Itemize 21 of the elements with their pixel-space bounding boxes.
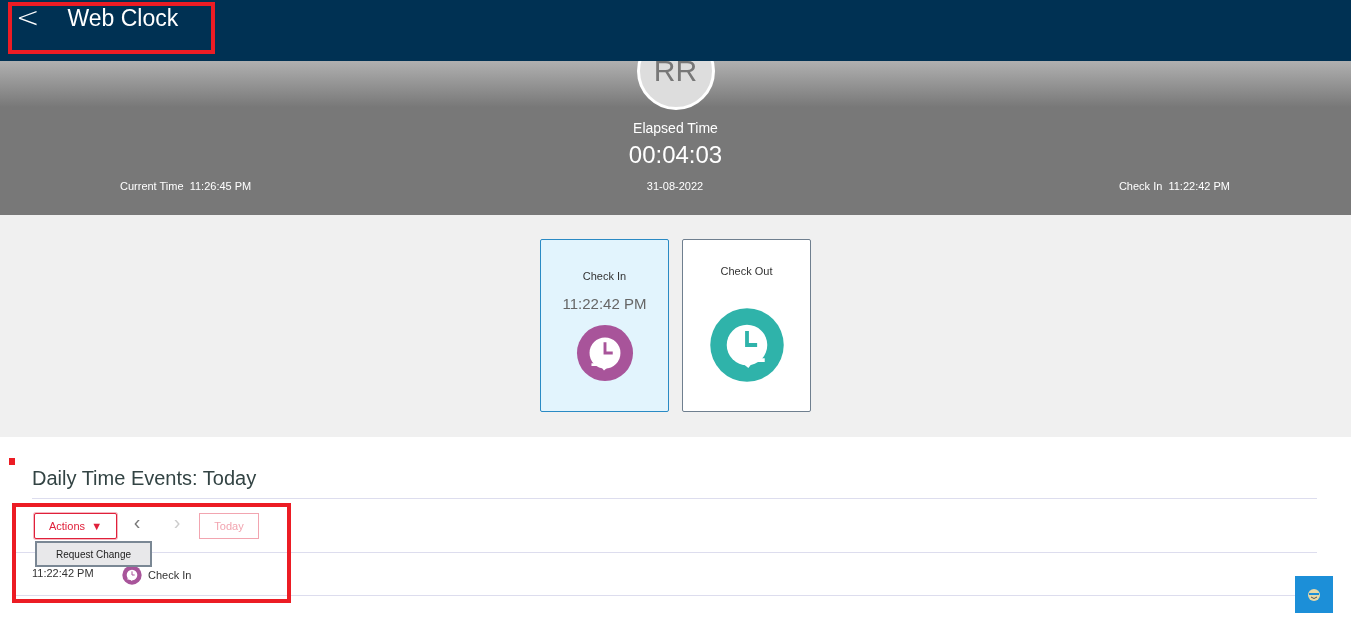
page-title: Web Clock xyxy=(67,4,179,32)
event-label: Check In xyxy=(148,569,192,581)
back-button[interactable]: < xyxy=(16,4,40,32)
menu-item[interactable]: Request Change xyxy=(35,541,152,567)
actions-button[interactable]: Actions ▼ xyxy=(34,513,117,539)
previous-button[interactable]: ‹ xyxy=(117,510,157,534)
event-time: 11:22:42 PM xyxy=(32,567,95,579)
elapsed-label: Elapsed Time xyxy=(633,120,718,136)
current-time: Current Time 11:26:45 PM xyxy=(120,180,252,192)
clock-icon xyxy=(575,324,634,382)
clock-icon xyxy=(708,307,785,383)
date: 31-08-2022 xyxy=(646,180,704,192)
check-out-card[interactable]: Check Out xyxy=(682,239,811,412)
help-button[interactable] xyxy=(1295,576,1333,613)
section-title: Daily Time Events: Today xyxy=(32,467,1317,499)
clock-icon xyxy=(122,565,142,585)
elapsed-time: 00:04:03 xyxy=(628,141,723,169)
check-in-time: Check In 11:22:42 PM xyxy=(1118,180,1230,192)
highlight-mark xyxy=(9,458,15,465)
check-in-card[interactable]: Check In 11:22:42 PM xyxy=(540,239,669,412)
support-icon xyxy=(1307,587,1321,602)
